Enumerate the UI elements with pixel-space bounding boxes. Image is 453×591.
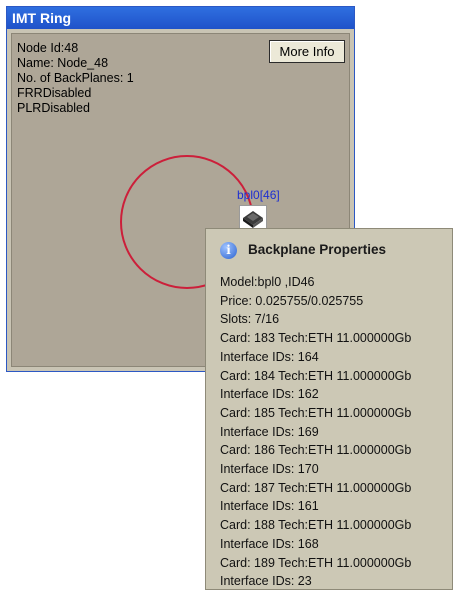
card-line: Card: 187 Tech:ETH 11.000000Gb <box>220 480 412 495</box>
card-line: Card: 189 Tech:ETH 11.000000Gb <box>220 555 412 570</box>
interface-ids-line: Interface IDs: 161 <box>220 499 319 514</box>
tooltip-title: Backplane Properties <box>248 242 387 257</box>
backplane-properties-tooltip: i Backplane Properties Model:bpl0 ,ID46 … <box>205 228 453 590</box>
interface-ids-line: Interface IDs: 23 <box>220 574 312 589</box>
model-text: Model:bpl0 ,ID46 <box>220 275 315 289</box>
slots-text: Slots: 7/16 <box>220 312 280 327</box>
interface-ids-line: Interface IDs: 162 <box>220 387 319 402</box>
interface-ids-line: Interface IDs: 168 <box>220 536 319 551</box>
card-line: Card: 184 Tech:ETH 11.000000Gb <box>220 368 412 383</box>
backplane-label[interactable]: bpl0[46] <box>237 188 280 202</box>
card-line: Card: 186 Tech:ETH 11.000000Gb <box>220 443 412 458</box>
card-line: Card: 188 Tech:ETH 11.000000Gb <box>220 518 412 533</box>
interface-ids-line: Interface IDs: 170 <box>220 462 319 477</box>
card-line: Card: 183 Tech:ETH 11.000000Gb <box>220 331 412 346</box>
price-text: Price: 0.025755/0.025755 <box>220 293 364 308</box>
tooltip-lines: Model:bpl0 ,ID46 Price: 0.025755/0.02575… <box>220 273 411 591</box>
info-icon: i <box>220 242 237 259</box>
window-title: IMT Ring <box>7 7 354 29</box>
card-line: Card: 185 Tech:ETH 11.000000Gb <box>220 405 412 420</box>
interface-ids-line: Interface IDs: 164 <box>220 349 319 364</box>
interface-ids-line: Interface IDs: 169 <box>220 424 319 439</box>
